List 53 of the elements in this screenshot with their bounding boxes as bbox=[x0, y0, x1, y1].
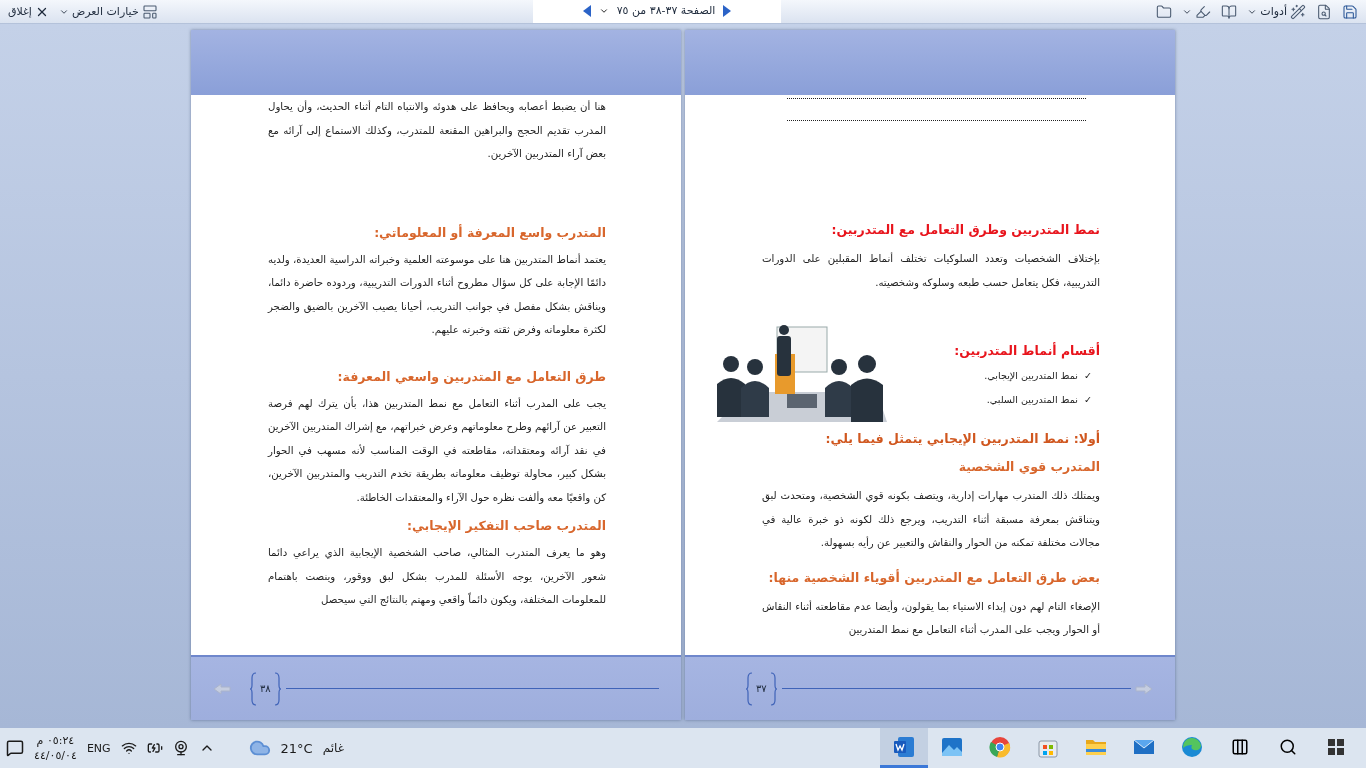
taskbar-app-button[interactable] bbox=[880, 728, 928, 768]
tools-button[interactable]: أدوات bbox=[1245, 1, 1308, 22]
research-icon bbox=[1221, 3, 1238, 20]
tools-icon bbox=[1290, 3, 1306, 20]
section-heading: نمط المتدربين وطرق التعامل مع المتدربين: bbox=[830, 221, 1100, 239]
camera-icon[interactable] bbox=[172, 740, 189, 756]
section-heading: طرق التعامل مع المتدربين واسعي المعرفة: bbox=[336, 367, 606, 386]
check-mark: ✓ bbox=[1083, 393, 1092, 407]
layout-icon bbox=[141, 3, 158, 20]
section-heading: أولا: نمط المتدربين الإيجابي يتمثل فيما يلي: bbox=[824, 429, 1100, 448]
battery-icon[interactable] bbox=[146, 740, 163, 756]
clock[interactable]: ٠٥:٢٤ م ٤٤/٠٥/٠٤ bbox=[34, 733, 77, 763]
paragraph: وهو ما يعرف المتدرب المثالي، صاحب الشخصية الإيجابية الذي يراعي دائما شعور الآخرين، يوجه الأسئلة للمدرب بشكل لبق ووقور، وينصت باهتمام للمعلومات المختلفة، ويكون دائماً واقعي ومهتم بالنتائج التي سيحصل bbox=[268, 546, 606, 608]
folder-icon bbox=[1156, 3, 1173, 20]
section-heading: أقسام أنماط المتدربين: bbox=[954, 341, 1100, 361]
notifications-icon[interactable] bbox=[6, 739, 24, 757]
task-view-icon bbox=[1231, 737, 1249, 756]
next-page-icon[interactable] bbox=[723, 4, 732, 17]
brace-icon bbox=[249, 671, 257, 706]
check-mark: ✓ bbox=[1083, 369, 1092, 383]
section-heading: المتدرب واسع المعرفة أو المعلوماتي: bbox=[373, 223, 606, 242]
paragraph: هنا أن يضبط أعصابه ويحافظ على هدوئه والانتباه التام أثناء الحديث، وأن يحاول المدرب تقديم الحجج والبراهين المقنعة للمتدرب، وكذلك الاستماع إلى آرائه مع بعض آراء المتدربين الآخرين. bbox=[268, 99, 606, 162]
windows-logo-icon bbox=[1328, 738, 1344, 755]
save-icon bbox=[1342, 3, 1358, 20]
temperature[interactable]: 21°C bbox=[280, 740, 313, 756]
page-number: ٣٧ bbox=[755, 683, 768, 694]
search-icon bbox=[1279, 737, 1297, 756]
paragraph: بإختلاف الشخصيات وتعدد السلوكيات تختلف أنماط المقبلين على الدورات التدريبية، فكل يتعامل حسب طبعه وسلوكه وشخصيته. bbox=[762, 251, 1100, 291]
browser-app-icon bbox=[988, 734, 1012, 759]
wifi-icon[interactable] bbox=[120, 740, 137, 756]
list-item-text: نمط المتدربين السلبي. bbox=[986, 393, 1078, 407]
section-heading: المتدرب صاحب التفكير الإيجابي: bbox=[405, 517, 606, 535]
word-app-icon bbox=[892, 734, 916, 759]
language-indicator[interactable]: ENG bbox=[86, 741, 111, 755]
page-number: ٣٨ bbox=[259, 683, 272, 694]
paragraph: يعتمد أنماط المتدربين هنا على موسوعته العلمية وخبراته الدراسية العديدة، ولديه دائمًا الإجابة على كل سؤال مطروح أثناء الدورات التدريبية، وردوده حاضرة دائما، ويناقش بشكل مفصل في جوانب التدريب، أحيانا يصيب الآخرين بالضيق والضجر لكثرة معلوماته وفرض ثقته وخبرته عليهم. bbox=[268, 252, 606, 338]
brace-icon bbox=[745, 671, 753, 706]
section-heading: بعض طرق التعامل مع المتدربين أقوياء الشخصية منها: bbox=[767, 568, 1100, 587]
view-options-button[interactable]: خيارات العرض bbox=[56, 1, 160, 22]
brace-icon bbox=[273, 671, 282, 706]
weather-condition[interactable]: غائم bbox=[322, 741, 344, 755]
brace-icon bbox=[769, 671, 778, 706]
page-indicator: الصفحة ٣٧-٣٨ من ٧٥ bbox=[616, 4, 716, 17]
close-button[interactable]: إغلاق bbox=[6, 1, 51, 22]
edge-app-icon bbox=[1180, 734, 1204, 759]
preview-icon bbox=[1316, 3, 1332, 20]
highlight-icon bbox=[1195, 3, 1212, 20]
section-heading: المتدرب قوي الشخصية bbox=[957, 458, 1100, 476]
paragraph: ويمتلك ذلك المتدرب مهارات إدارية، ويتصف بكونه قوي الشخصية، ومتحدث لبق ويتناقش بمعرفة مسبقة أثناء التدريب، ويرجع ذلك لكونه ذو خبرة عالية في مجالات مختلفة تمكنه من الحوار والنقاش والتعبير عن رأيه بسهولة. bbox=[762, 489, 1100, 551]
paragraph: الإصغاء التام لهم دون إبداء الاستياء بما يقولون، وأيضا عدم مقاطعته أثناء النقاش أو الحوار ويجب على المدرب أثناء التعامل مع نمط المتدربين bbox=[762, 599, 1100, 638]
paragraph: يجب على المدرب أثناء التعامل مع نمط المتدربين هذا، بأن يترك لهم فرصة التعبير عن آرائهم وطرح معلوماتهم وعرض خبراتهم، مع إشراك المتدربين الآخرين في نقد آرائه ومعتقداته، مقاطعته في الوقت المناسب لأنه مسهب في الحوار بشكل كبير، محاولة توظيف معلوماته بطريقة تخدم التدريب والمتدربين الآخرين، كن واقعيًا معه وألفت نظره حول الآراء والمعتقدات الخاطئة. bbox=[268, 395, 606, 506]
list-item-text: نمط المتدربين الإيجابي. bbox=[984, 369, 1078, 383]
previous-page-icon[interactable] bbox=[582, 4, 591, 17]
